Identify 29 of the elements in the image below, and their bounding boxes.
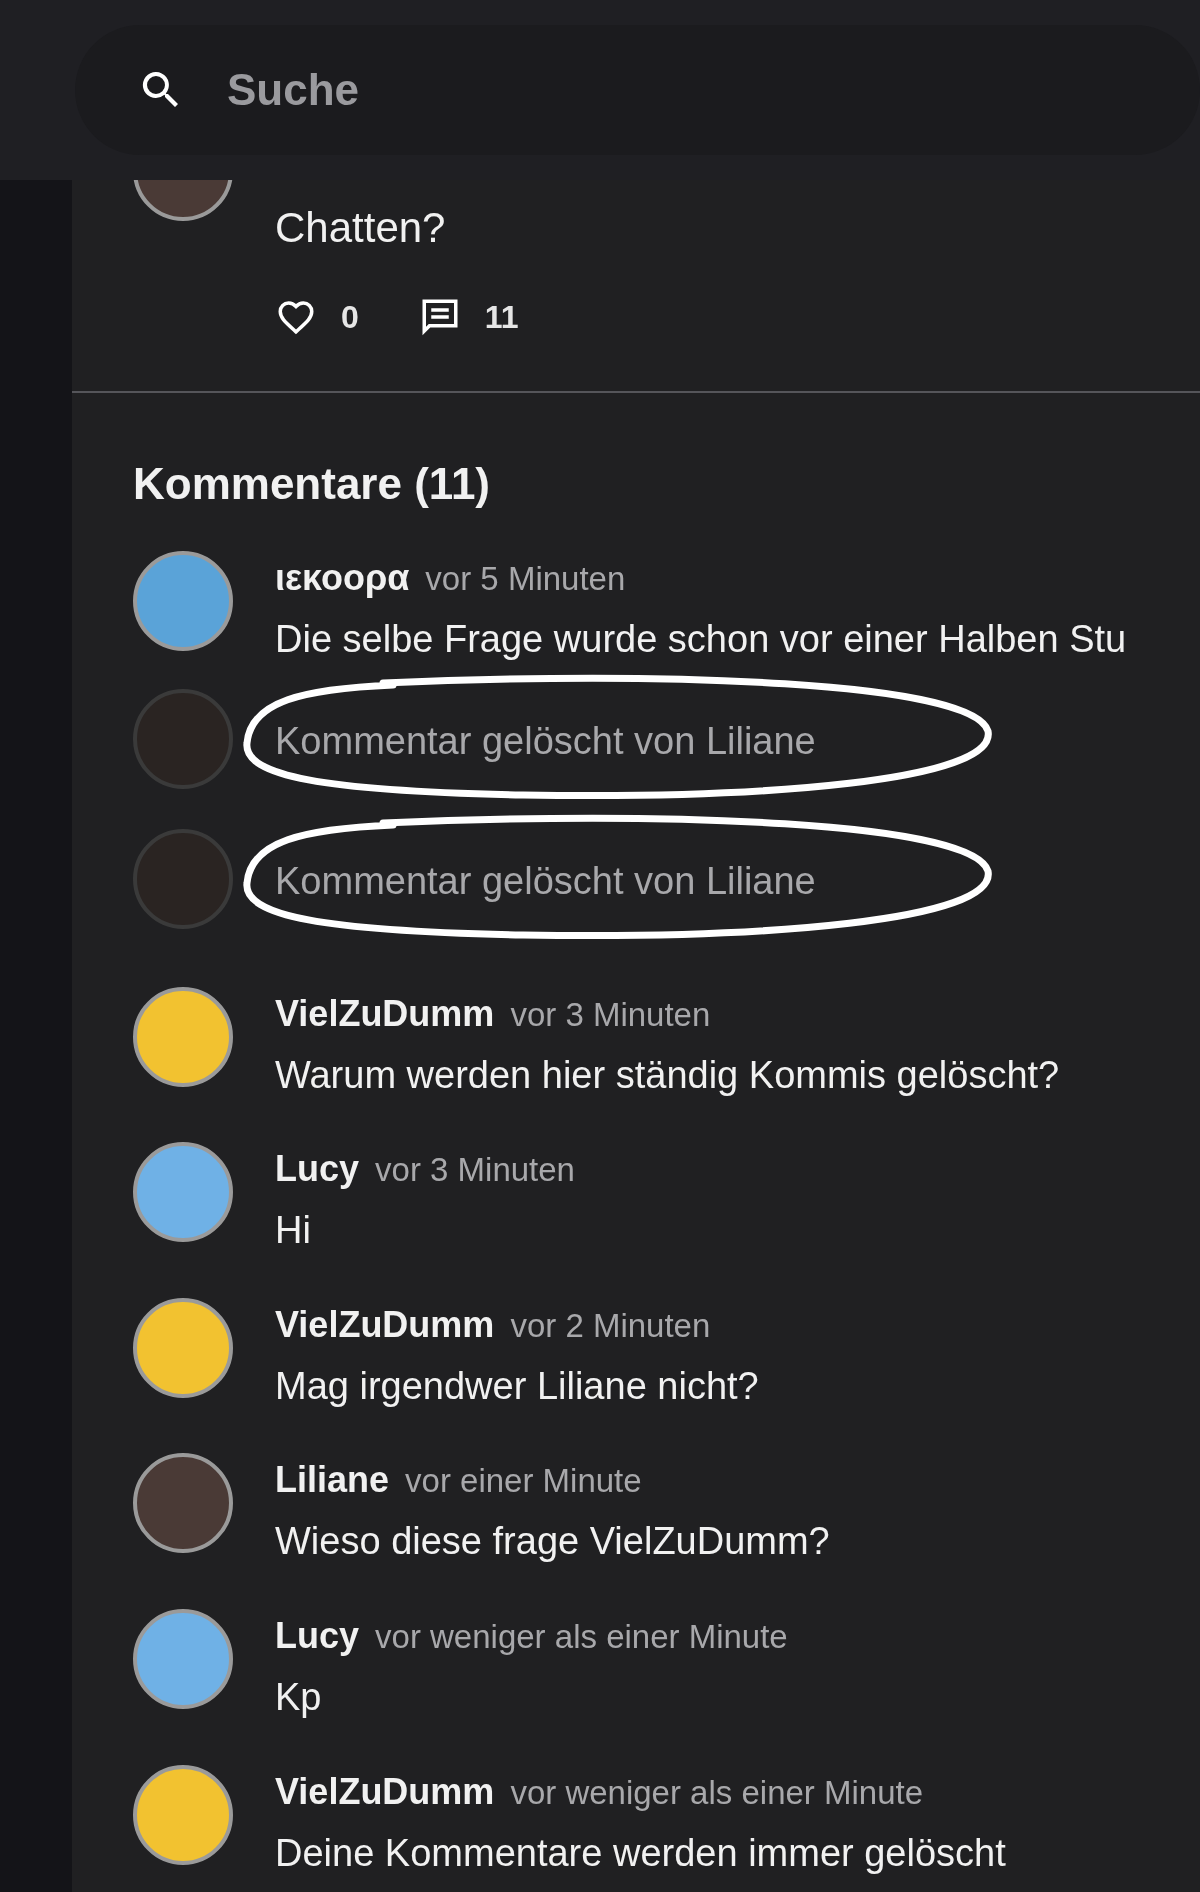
author-name: VielZuDumm: [275, 991, 495, 1036]
author-name: Lucy: [275, 1613, 360, 1658]
comment-text: Warum werden hier ständig Kommis gelöscht?: [275, 1052, 1060, 1098]
comment-text: Kp: [275, 1674, 323, 1720]
comment-text: Mag irgendwer Liliane nicht?: [275, 1363, 759, 1409]
timestamp: vor weniger als einer Minute: [375, 1616, 788, 1657]
deleted-notice: Kommentar gelöscht von Liliane: [275, 858, 816, 904]
author-name: Lucy: [275, 1147, 360, 1192]
author-name: VielZuDumm: [275, 1769, 495, 1814]
comment-text: Wieso diese frage VielZuDumm?: [275, 1519, 830, 1565]
author-name: Liliane: [275, 1458, 390, 1503]
deleted-notice: Kommentar gelöscht von Liliane: [275, 718, 816, 764]
post-text: Chatten?: [275, 203, 447, 253]
timestamp: vor weniger als einer Minute: [510, 1772, 924, 1813]
author-name: ιεκοορα: [275, 556, 410, 600]
like-count: 0: [341, 298, 359, 337]
timestamp: vor 2 Minuten: [510, 1305, 711, 1346]
author-name: VielZuDumm: [275, 1302, 495, 1347]
comment-text: Deine Kommentare werden immer gelöscht: [275, 1830, 1006, 1876]
timestamp: vor einer Minute: [405, 1461, 642, 1502]
timestamp: vor 3 Minuten: [375, 1150, 575, 1191]
comment-count: 11: [484, 298, 519, 337]
section-heading: Kommentare (11): [133, 458, 491, 510]
timestamp: vor 5 Minuten: [425, 559, 626, 599]
comment-text: Hi: [275, 1208, 312, 1254]
comment-text: Die selbe Frage wurde schon vor einer Halben Stu: [275, 617, 1127, 662]
timestamp: vor 3 Minuten: [510, 994, 711, 1035]
search-input[interactable]: Suche: [225, 56, 825, 124]
search-field[interactable]: Suche: [75, 25, 1200, 155]
